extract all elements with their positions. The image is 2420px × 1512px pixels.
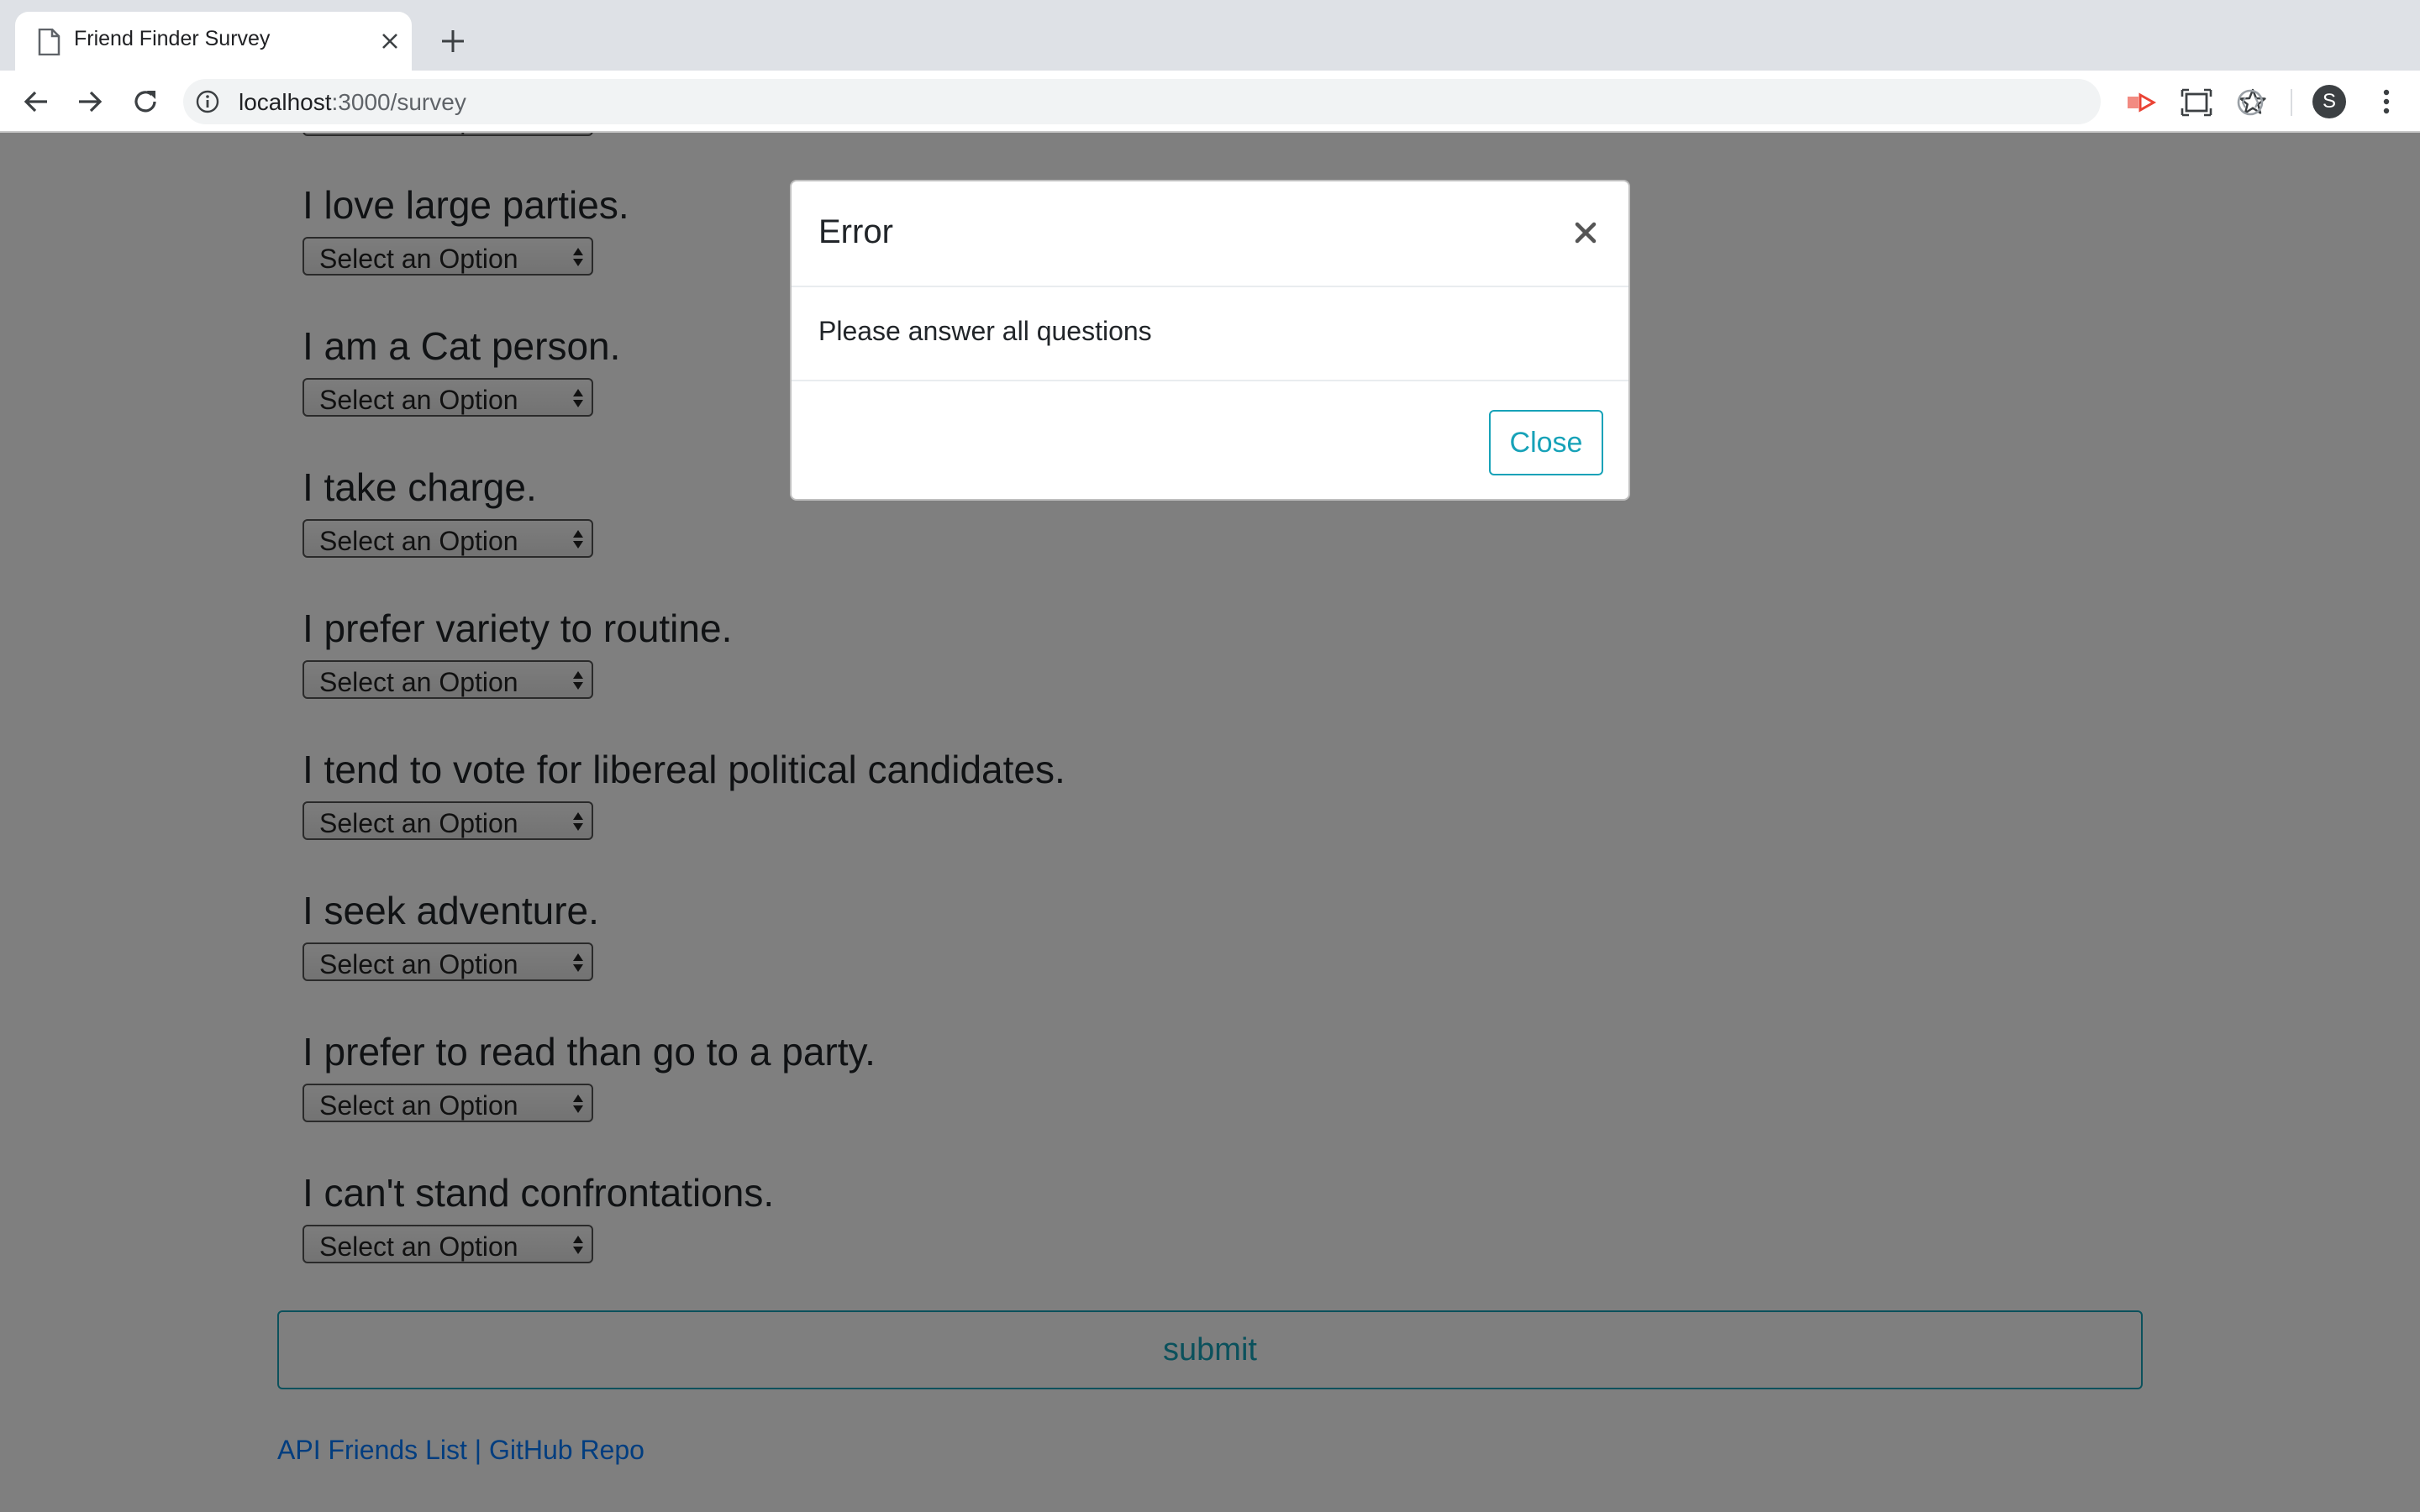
back-arrow-icon[interactable] [20,86,52,118]
url-host: localhost [239,89,332,115]
close-icon[interactable] [1573,220,1598,245]
page-icon [38,29,60,55]
browser-tab[interactable]: Friend Finder Survey [15,12,412,71]
more-menu-icon[interactable] [2371,86,2402,118]
toolbar-divider [2291,89,2292,116]
close-tab-icon[interactable] [378,29,402,53]
url-text: localhost:3000/survey [239,89,466,116]
address-bar[interactable]: localhost:3000/survey [183,79,2266,124]
extension-circle-icon[interactable] [2233,86,2267,119]
close-button[interactable]: Close [1489,410,1603,475]
profile-avatar[interactable]: S [2312,85,2346,118]
reload-icon[interactable] [129,86,161,118]
url-path: :3000/survey [331,89,466,115]
new-tab-icon[interactable] [437,25,469,57]
modal-body: Please answer all questions [792,287,1628,381]
screenshot-capture-icon[interactable] [2180,86,2213,119]
extension-cast-icon[interactable] [2124,86,2158,119]
site-info-icon[interactable] [195,89,220,114]
modal-title: Error [818,213,893,250]
error-modal: Error Please answer all questions Close [790,180,1630,501]
modal-message: Please answer all questions [818,316,1152,346]
forward-arrow-icon[interactable] [74,86,106,118]
modal-header: Error [792,181,1628,287]
tab-strip: Friend Finder Survey [0,0,2420,71]
tab-title: Friend Finder Survey [74,27,271,50]
browser-toolbar: localhost:3000/survey S [0,71,2420,133]
